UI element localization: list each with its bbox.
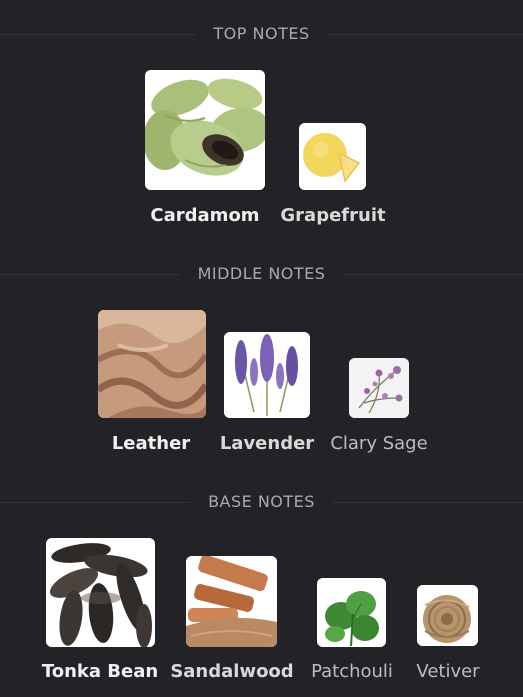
section-title: TOP NOTES	[195, 22, 328, 46]
section-title: BASE NOTES	[190, 490, 333, 514]
note-label: Vetiver	[416, 661, 480, 682]
cardamom-image	[145, 70, 265, 190]
patchouli-image	[317, 578, 386, 647]
lavender-image	[224, 332, 310, 418]
middle-notes-header: MIDDLE NOTES	[0, 262, 523, 286]
grapefruit-image	[299, 123, 366, 190]
note-label: Clary Sage	[330, 433, 428, 454]
note-label: Sandalwood	[170, 661, 294, 682]
top-notes-header: TOP NOTES	[0, 22, 523, 46]
note-label: Cardamom	[150, 205, 260, 226]
tonka-bean-image	[46, 538, 155, 647]
leather-image	[98, 310, 206, 418]
note-label: Patchouli	[311, 661, 393, 682]
note-label: Lavender	[219, 433, 315, 454]
section-title: MIDDLE NOTES	[179, 262, 344, 286]
note-label: Tonka Bean	[41, 661, 159, 682]
base-notes-header: BASE NOTES	[0, 490, 523, 514]
note-label: Leather	[111, 433, 191, 454]
note-label: Grapefruit	[280, 205, 386, 226]
vetiver-image	[417, 585, 478, 646]
sandalwood-image	[186, 556, 277, 647]
clary-sage-image	[349, 358, 409, 418]
